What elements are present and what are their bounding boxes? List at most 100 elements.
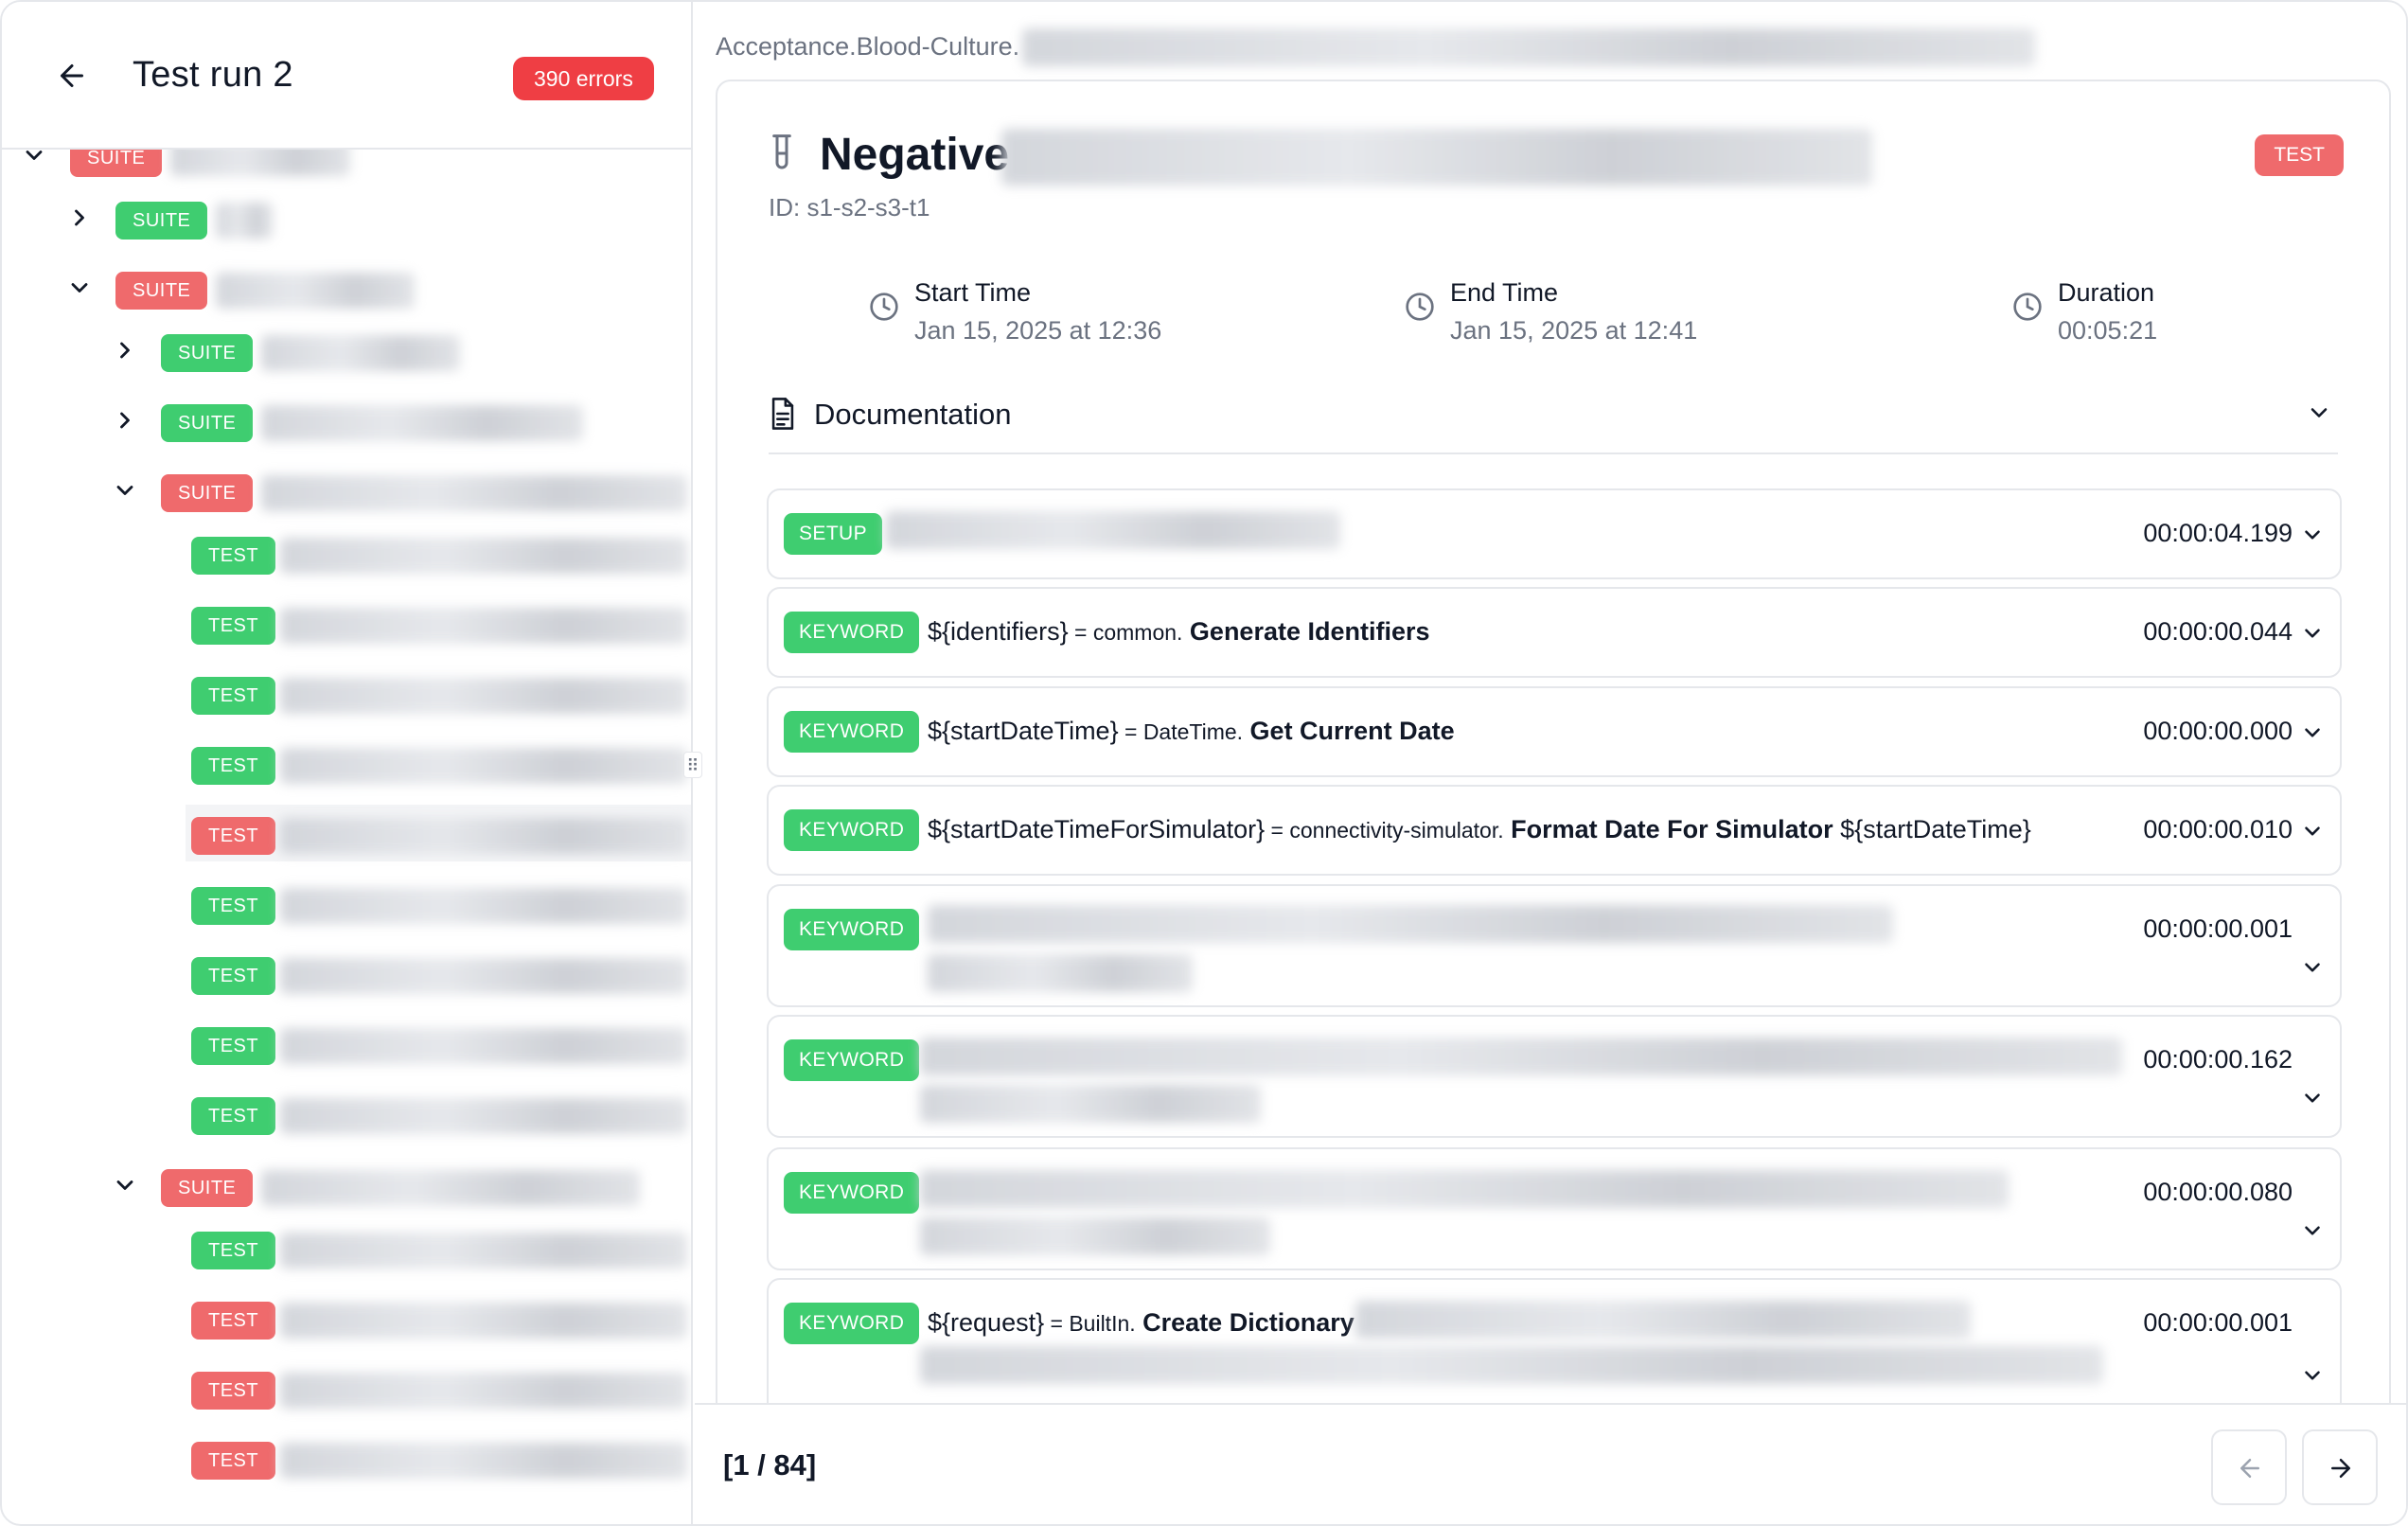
chevron-down-icon[interactable]: [66, 275, 93, 301]
tree-node-name-redacted: [280, 538, 687, 574]
keyword-duration: 00:00:00.080: [2143, 1178, 2293, 1206]
chevron-down-icon[interactable]: [2300, 523, 2325, 547]
keyword-assign-eq: =: [1068, 620, 1093, 645]
chevron-down-icon[interactable]: [2306, 399, 2332, 426]
keyword-library: BuiltIn.: [1069, 1311, 1136, 1336]
suite-status-badge: SUITE: [115, 272, 208, 310]
chevron-right-icon[interactable]: [112, 407, 138, 434]
tree-test-row[interactable]: TEST: [2, 945, 691, 1002]
tree-suite-row[interactable]: SUITE: [2, 322, 691, 379]
documentation-toggle[interactable]: Documentation: [769, 390, 2338, 454]
tree-suite-row[interactable]: SUITE: [2, 462, 691, 519]
keyword-assign-var: ${startDateTimeForSimulator}: [928, 815, 1266, 843]
keyword-name: Format Date For Simulator: [1503, 815, 1833, 843]
keyword-library: connectivity-simulator.: [1289, 818, 1504, 843]
arrow-left-icon[interactable]: [55, 59, 89, 93]
test-detail-area: Acceptance.Blood-Culture. Negative TEST …: [695, 2, 2406, 1524]
setup-row[interactable]: SETUP 00:00:04.199: [767, 488, 2342, 579]
chevron-down-icon[interactable]: [2300, 1086, 2325, 1110]
breadcrumb[interactable]: Acceptance.Blood-Culture.: [716, 32, 1019, 62]
chevron-down-icon[interactable]: [2300, 955, 2325, 980]
tree-node-name-redacted: [216, 203, 273, 239]
test-tube-icon: [772, 134, 791, 169]
keyword-content-redacted: [920, 1170, 2009, 1208]
test-status-badge: TEST: [191, 537, 276, 575]
tree-node-name-redacted: [261, 335, 460, 371]
resize-handle-icon[interactable]: ⠿: [683, 752, 702, 778]
chevron-down-icon[interactable]: [2300, 720, 2325, 745]
keyword-duration: 00:00:00.001: [2143, 914, 2293, 943]
keyword-badge: KEYWORD: [784, 909, 920, 950]
keyword-row[interactable]: KEYWORD ${identifiers} = common. Generate…: [767, 587, 2342, 678]
tree-test-row[interactable]: TEST: [2, 875, 691, 932]
setup-badge: SETUP: [784, 513, 883, 555]
tree-node-name-redacted: [280, 1303, 687, 1339]
tree-test-row[interactable]: TEST: [2, 1085, 691, 1142]
suite-status-badge: SUITE: [161, 474, 254, 512]
tree-suite-row[interactable]: SUITE: [2, 259, 691, 316]
test-status-badge: TEST: [191, 1302, 276, 1340]
chevron-right-icon[interactable]: [66, 204, 93, 231]
tree-header: Test run 2 390 errors: [2, 2, 691, 150]
test-id: ID: s1-s2-s3-t1: [769, 193, 930, 222]
tree-suite-row[interactable]: SUITE: [2, 189, 691, 246]
tree-node-name-redacted: [280, 1098, 687, 1134]
suite-status-badge: SUITE: [161, 1169, 254, 1207]
keyword-assign-var: ${request}: [928, 1308, 1045, 1337]
keyword-duration: 00:00:00.000: [2143, 717, 2293, 745]
keyword-name: Generate Identifiers: [1182, 617, 1430, 646]
tree-test-row[interactable]: TEST: [2, 1289, 691, 1346]
tree-node-name-redacted: [280, 1028, 687, 1064]
tree-suite-row[interactable]: SUITE: [2, 1157, 691, 1214]
tree-test-row[interactable]: TEST: [186, 805, 691, 861]
start-time-value: Jan 15, 2025 at 12:36: [914, 316, 1162, 345]
keyword-content-redacted: [920, 1346, 2103, 1384]
keyword-row[interactable]: KEYWORD 00:00:00.162: [767, 1015, 2342, 1138]
chevron-down-icon[interactable]: [112, 477, 138, 504]
chevron-down-icon[interactable]: [2300, 621, 2325, 646]
keyword-assign-eq: =: [1118, 719, 1143, 744]
keyword-row[interactable]: KEYWORD 00:00:00.001: [767, 884, 2342, 1007]
tree-node-name-redacted: [261, 475, 687, 511]
tree-test-row[interactable]: TEST: [2, 1429, 691, 1486]
chevron-down-icon[interactable]: [2300, 819, 2325, 843]
keyword-content-redacted: [920, 1217, 1270, 1255]
keyword-row[interactable]: KEYWORD ${startDateTimeForSimulator} = co…: [767, 785, 2342, 876]
keyword-duration: 00:00:00.044: [2143, 617, 2293, 646]
keyword-content-redacted: [1355, 1301, 1971, 1339]
document-icon: [771, 398, 794, 430]
keyword-row[interactable]: KEYWORD 00:00:00.080: [767, 1147, 2342, 1270]
test-title: Negative: [820, 130, 1010, 180]
tree-test-row[interactable]: TEST: [2, 1015, 691, 1072]
suite-status-badge: SUITE: [115, 202, 208, 240]
tree-test-row[interactable]: TEST: [2, 1359, 691, 1416]
clock-icon: [2013, 293, 2042, 321]
documentation-label: Documentation: [814, 398, 1012, 431]
keyword-signature: ${request} = BuiltIn. Create Dictionary: [928, 1308, 1354, 1338]
tree-node-name-redacted: [280, 1443, 687, 1479]
run-title: Test run 2: [133, 55, 293, 95]
tree-test-row[interactable]: TEST: [2, 594, 691, 651]
chevron-down-icon[interactable]: [112, 1172, 138, 1198]
suite-status-badge: SUITE: [161, 404, 254, 442]
next-test-button[interactable]: [2302, 1429, 2378, 1505]
breadcrumb-redacted: [1022, 28, 2035, 66]
tree-test-row[interactable]: TEST: [2, 665, 691, 721]
tree-node-name-redacted: [280, 958, 687, 994]
keyword-name: Get Current Date: [1243, 717, 1455, 745]
tree-test-row[interactable]: TEST: [2, 524, 691, 581]
errors-badge[interactable]: 390 errors: [513, 57, 654, 100]
tree-node-name-redacted: [280, 1233, 687, 1269]
tree-node-name-redacted: [261, 1170, 640, 1206]
chevron-right-icon[interactable]: [112, 337, 138, 364]
keyword-row[interactable]: KEYWORD ${startDateTime} = DateTime. Get …: [767, 686, 2342, 777]
chevron-down-icon[interactable]: [2300, 1218, 2325, 1243]
tree-test-row[interactable]: TEST: [2, 735, 691, 791]
prev-test-button[interactable]: [2211, 1429, 2287, 1505]
tree-suite-row[interactable]: SUITE: [2, 392, 691, 449]
test-status-badge: TEST: [191, 1232, 276, 1269]
tree-test-row[interactable]: TEST: [2, 1219, 691, 1276]
chevron-down-icon[interactable]: [2300, 1363, 2325, 1388]
tree-node-name-redacted: [280, 608, 687, 644]
keyword-assign-eq: =: [1265, 818, 1290, 843]
